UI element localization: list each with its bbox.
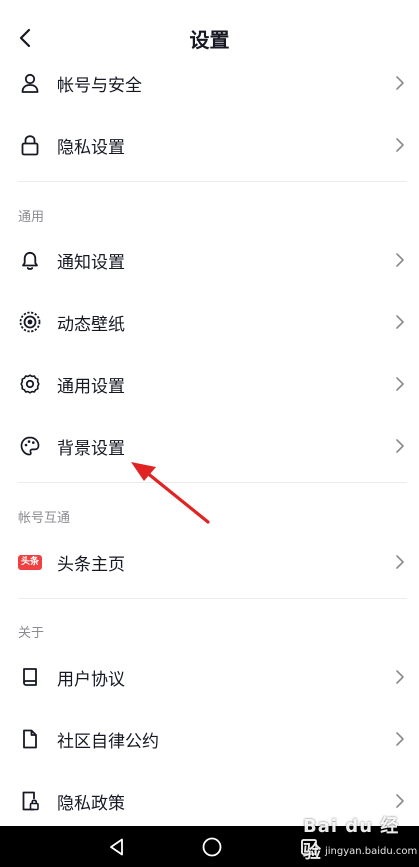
section-divider [18, 181, 407, 182]
row-label: 隐私设置 [57, 137, 125, 158]
chevron-right-icon [393, 374, 407, 394]
gear-icon [18, 372, 42, 396]
row-live-wallpaper[interactable]: 动态壁纸 [0, 291, 419, 353]
section-title-general: 通用 [18, 210, 45, 225]
toutiao-badge-icon: 头条 [18, 550, 42, 574]
row-label: 通用设置 [57, 376, 125, 397]
triangle-back-icon [110, 838, 123, 856]
baidu-jingyan-watermark: Bai du 经验 jingyan.baidu.com [303, 808, 417, 864]
row-user-agreement[interactable]: 用户协议 [0, 646, 419, 708]
row-label: 动态壁纸 [57, 314, 125, 335]
row-label: 头条主页 [57, 554, 125, 575]
bell-icon [18, 248, 42, 272]
chevron-right-icon [393, 135, 407, 155]
document-icon [18, 727, 42, 751]
row-label: 社区自律公约 [57, 731, 159, 752]
book-icon [18, 665, 42, 689]
row-account-security[interactable]: 帐号与安全 [0, 52, 419, 114]
section-divider [18, 482, 407, 483]
circle-home-icon [202, 837, 222, 857]
row-notification-settings[interactable]: 通知设置 [0, 229, 419, 291]
settings-screen: 设置 帐号与安全 隐私设置 通用 通知设置 动态壁纸 通用设置 背景设置 帐号互… [0, 0, 419, 826]
chevron-right-icon [393, 729, 407, 749]
chevron-right-icon [393, 552, 407, 572]
live-wallpaper-icon [18, 310, 42, 334]
chevron-right-icon [393, 312, 407, 332]
page-title: 设置 [189, 28, 230, 52]
watermark-url: jingyan.baidu.com [325, 846, 418, 857]
chevron-right-icon [393, 73, 407, 93]
chevron-right-icon [393, 667, 407, 687]
section-divider [18, 598, 407, 599]
row-label: 隐私政策 [57, 793, 125, 814]
privacy-doc-icon [18, 789, 42, 813]
row-label: 帐号与安全 [57, 75, 142, 96]
row-label: 背景设置 [57, 438, 125, 459]
section-title-about: 关于 [18, 626, 45, 641]
row-label: 通知设置 [57, 252, 125, 273]
chevron-right-icon [393, 436, 407, 456]
nav-home-button[interactable] [199, 834, 225, 860]
row-background-settings[interactable]: 背景设置 [0, 415, 419, 477]
toutiao-badge: 头条 [18, 554, 42, 570]
user-icon [18, 71, 42, 95]
lock-icon [18, 133, 42, 157]
section-title-linked: 帐号互通 [18, 511, 71, 526]
nav-back-button[interactable] [104, 834, 130, 860]
palette-icon [18, 434, 42, 458]
chevron-right-icon [393, 250, 407, 270]
row-toutiao-homepage[interactable]: 头条 头条主页 [0, 531, 419, 593]
row-community-guidelines[interactable]: 社区自律公约 [0, 708, 419, 770]
row-label: 用户协议 [57, 669, 125, 690]
row-privacy-settings[interactable]: 隐私设置 [0, 114, 419, 176]
row-general-settings[interactable]: 通用设置 [0, 353, 419, 415]
